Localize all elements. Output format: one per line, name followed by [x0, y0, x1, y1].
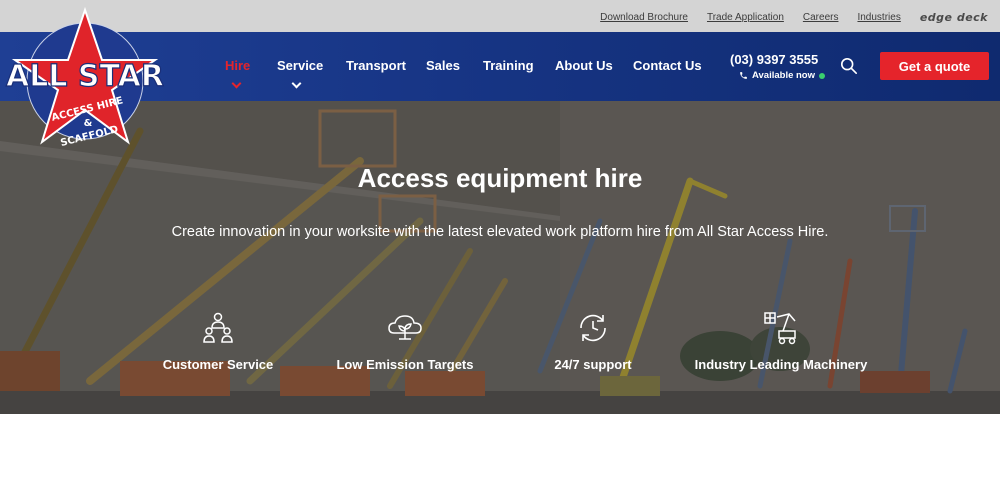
- nav-item-label: Hire: [225, 58, 251, 73]
- hero-subtitle: Create innovation in your worksite with …: [171, 224, 829, 240]
- status-dot: [819, 72, 825, 79]
- nav-item-label: Sales: [426, 58, 460, 73]
- feature-label: 24/7 support: [554, 357, 632, 372]
- trade-application-link[interactable]: Trade Application: [707, 12, 784, 23]
- careers-link[interactable]: Careers: [803, 12, 839, 23]
- clock-cycle-icon: [580, 314, 606, 342]
- feature-customer-service: Customer Service: [123, 311, 313, 372]
- nav-item-label: Contact Us: [633, 58, 702, 73]
- download-brochure-link[interactable]: Download Brochure: [600, 12, 688, 23]
- machinery-icon: [764, 312, 796, 345]
- nav-item-sales[interactable]: Sales: [426, 58, 460, 73]
- feature-low-emission: Low Emission Targets: [310, 311, 500, 372]
- feature-247-support: 24/7 support: [498, 311, 688, 372]
- nav-item-hire[interactable]: Hire: [225, 58, 250, 73]
- utility-links: Download Brochure Trade Application Care…: [600, 11, 988, 24]
- all-star-logo[interactable]: ALL STAR ACCESS HIRE & SCAFFOLD: [4, 6, 166, 156]
- nav-item-contact-us[interactable]: Contact Us: [633, 58, 702, 73]
- nav-item-training[interactable]: Training: [483, 58, 534, 73]
- availability-label: Available now: [752, 70, 815, 81]
- get-a-quote-button[interactable]: Get a quote: [880, 52, 989, 80]
- phone-icon: [740, 72, 747, 79]
- nav-item-label: Transport: [346, 58, 406, 73]
- hero-title: Access equipment hire: [357, 163, 643, 193]
- logo-text-line3: &: [84, 118, 93, 129]
- edge-deck-logo[interactable]: edge deck: [920, 11, 988, 24]
- availability-status: Available now: [739, 70, 825, 81]
- cloud-plant-icon: [388, 315, 422, 340]
- nav-item-about-us[interactable]: About Us: [555, 58, 613, 73]
- team-icon: [203, 312, 233, 343]
- nav-item-service[interactable]: Service: [277, 58, 323, 73]
- feature-label: Customer Service: [162, 357, 274, 372]
- nav-item-transport[interactable]: Transport: [346, 58, 406, 73]
- chevron-down-icon[interactable]: [291, 78, 302, 89]
- nav-item-label: Training: [483, 58, 534, 73]
- feature-industry-machinery: Industry Leading Machinery: [686, 311, 876, 372]
- search-icon[interactable]: [840, 57, 858, 75]
- chevron-down-icon[interactable]: [231, 78, 242, 89]
- feature-label: Industry Leading Machinery: [694, 357, 868, 372]
- nav-item-label: About Us: [555, 58, 613, 73]
- logo-text-line1: ALL STAR: [6, 59, 164, 94]
- feature-label: Low Emission Targets: [336, 357, 474, 372]
- nav-item-label: Service: [277, 58, 324, 73]
- phone-number[interactable]: (03) 9397 3555: [730, 52, 818, 67]
- industries-link[interactable]: Industries: [857, 12, 900, 23]
